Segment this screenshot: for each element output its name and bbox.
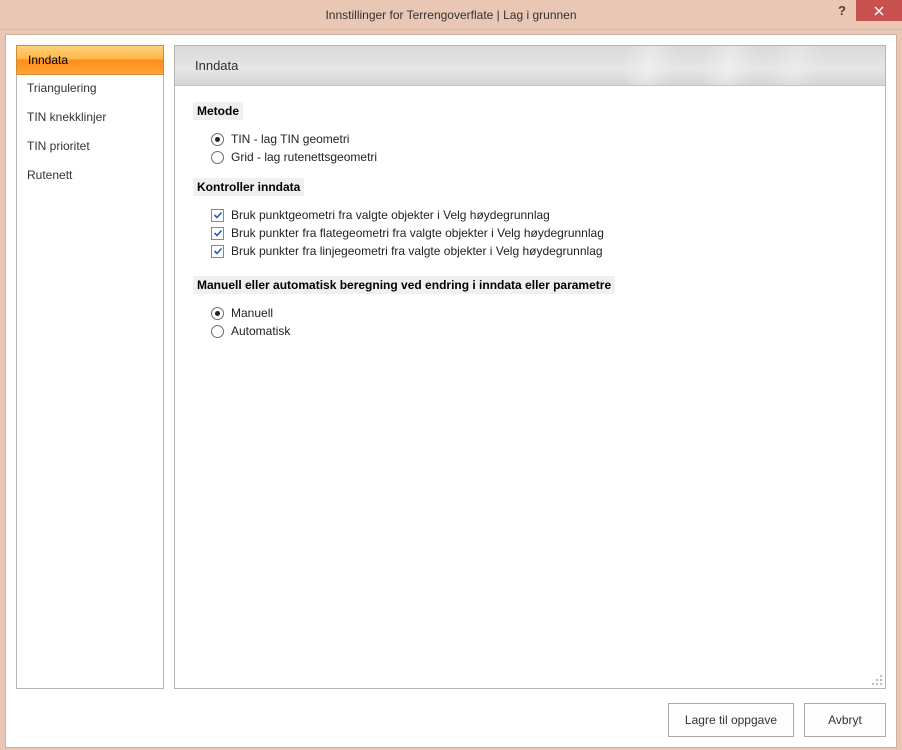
content-panel: Inndata Metode TIN - lag TIN geometri Gr… bbox=[174, 45, 886, 689]
footer-buttons: Lagre til oppgave Avbryt bbox=[668, 703, 886, 737]
titlebar: Innstillinger for Terrengoverflate | Lag… bbox=[0, 0, 902, 30]
cancel-button[interactable]: Avbryt bbox=[804, 703, 886, 737]
section-title-beregning: Manuell eller automatisk beregning ved e… bbox=[193, 276, 615, 294]
save-button-label: Lagre til oppgave bbox=[685, 713, 777, 727]
check-icon bbox=[213, 210, 223, 220]
radio-icon bbox=[211, 325, 224, 338]
titlebar-controls: ? bbox=[828, 0, 902, 29]
option-label: TIN - lag TIN geometri bbox=[231, 132, 349, 146]
option-label: Manuell bbox=[231, 306, 273, 320]
section-title-metode: Metode bbox=[193, 102, 243, 120]
sidebar-item-label: Triangulering bbox=[27, 81, 97, 95]
radio-icon bbox=[211, 133, 224, 146]
option-label: Automatisk bbox=[231, 324, 290, 338]
dialog-body: Inndata Triangulering TIN knekklinjer TI… bbox=[5, 34, 897, 748]
help-button[interactable]: ? bbox=[828, 0, 856, 21]
sidebar-item-inndata[interactable]: Inndata bbox=[16, 45, 164, 75]
checkbox-punktgeometri[interactable]: Bruk punktgeometri fra valgte objekter i… bbox=[211, 208, 867, 222]
radio-grid[interactable]: Grid - lag rutenettsgeometri bbox=[211, 150, 867, 164]
sidebar-item-label: Inndata bbox=[28, 53, 68, 67]
checkbox-icon bbox=[211, 245, 224, 258]
checkbox-linjegeometri[interactable]: Bruk punkter fra linjegeometri fra valgt… bbox=[211, 244, 867, 258]
checkbox-icon bbox=[211, 227, 224, 240]
radio-icon bbox=[211, 307, 224, 320]
sidebar-item-tin-prioritet[interactable]: TIN prioritet bbox=[17, 132, 163, 161]
content-header-title: Inndata bbox=[195, 58, 238, 73]
option-label: Bruk punkter fra linjegeometri fra valgt… bbox=[231, 244, 603, 258]
sidebar-item-triangulering[interactable]: Triangulering bbox=[17, 74, 163, 103]
checkbox-flategeometri[interactable]: Bruk punkter fra flategeometri fra valgt… bbox=[211, 226, 867, 240]
titlebar-title: Innstillinger for Terrengoverflate | Lag… bbox=[325, 8, 576, 22]
radio-automatisk[interactable]: Automatisk bbox=[211, 324, 867, 338]
sidebar-item-label: Rutenett bbox=[27, 168, 72, 182]
options-metode: TIN - lag TIN geometri Grid - lag rutene… bbox=[193, 120, 867, 172]
option-label: Bruk punktgeometri fra valgte objekter i… bbox=[231, 208, 550, 222]
panels: Inndata Triangulering TIN knekklinjer TI… bbox=[16, 45, 886, 689]
option-label: Grid - lag rutenettsgeometri bbox=[231, 150, 377, 164]
radio-tin[interactable]: TIN - lag TIN geometri bbox=[211, 132, 867, 146]
section-title-kontroller: Kontroller inndata bbox=[193, 178, 304, 196]
sidebar-item-label: TIN knekklinjer bbox=[27, 110, 106, 124]
cancel-button-label: Avbryt bbox=[828, 713, 862, 727]
options-kontroller: Bruk punktgeometri fra valgte objekter i… bbox=[193, 196, 867, 266]
content-body: Metode TIN - lag TIN geometri Grid - lag… bbox=[175, 86, 885, 356]
check-icon bbox=[213, 246, 223, 256]
radio-icon bbox=[211, 151, 224, 164]
sidebar-item-tin-knekklinjer[interactable]: TIN knekklinjer bbox=[17, 103, 163, 132]
checkbox-icon bbox=[211, 209, 224, 222]
resize-grip-icon[interactable] bbox=[871, 674, 883, 686]
close-icon bbox=[874, 6, 884, 16]
content-header: Inndata bbox=[175, 46, 885, 86]
sidebar-item-rutenett[interactable]: Rutenett bbox=[17, 161, 163, 190]
sidebar-item-label: TIN prioritet bbox=[27, 139, 90, 153]
options-beregning: Manuell Automatisk bbox=[193, 294, 867, 346]
sidebar: Inndata Triangulering TIN knekklinjer TI… bbox=[16, 45, 164, 689]
close-button[interactable] bbox=[856, 0, 902, 21]
check-icon bbox=[213, 228, 223, 238]
save-button[interactable]: Lagre til oppgave bbox=[668, 703, 794, 737]
radio-manuell[interactable]: Manuell bbox=[211, 306, 867, 320]
option-label: Bruk punkter fra flategeometri fra valgt… bbox=[231, 226, 604, 240]
